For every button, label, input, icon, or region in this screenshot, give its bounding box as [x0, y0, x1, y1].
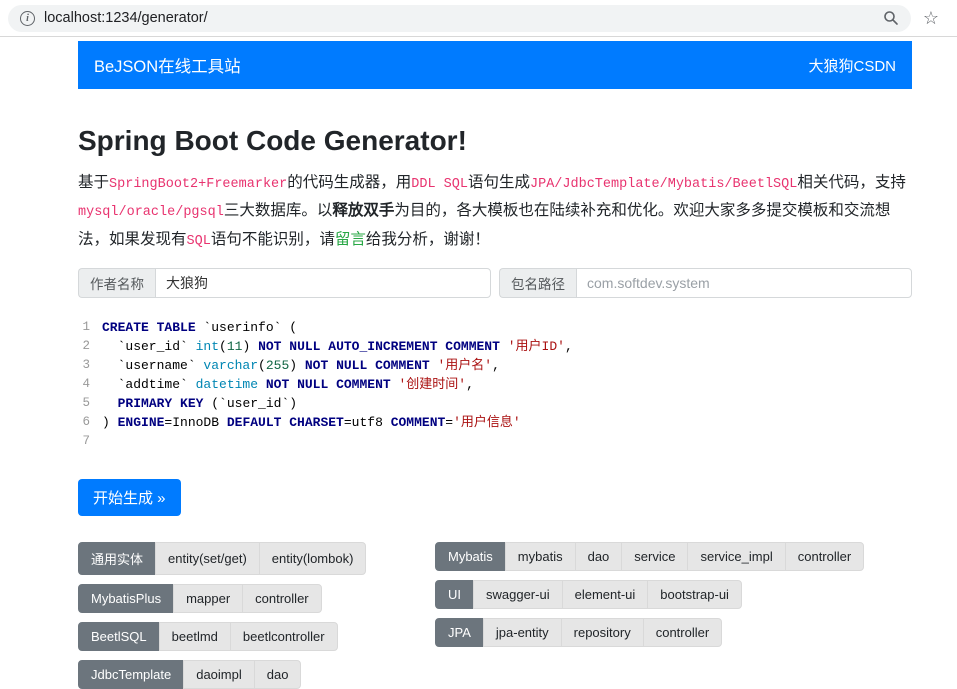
intro-text: 基于 [78, 174, 109, 191]
group-item-button[interactable]: daoimpl [183, 660, 255, 689]
code-line: 2 `user_id` int(11) NOT NULL AUTO_INCREM… [78, 337, 912, 356]
group-item-button[interactable]: bootstrap-ui [647, 580, 742, 609]
template-groups-left-column: 通用实体entity(set/get)entity(lombok) Mybatis… [78, 542, 435, 689]
code-line-content: CREATE TABLE `userinfo` ( [102, 318, 297, 337]
line-number: 3 [78, 356, 102, 375]
code-line: 6) ENGINE=InnoDB DEFAULT CHARSET=utf8 CO… [78, 413, 912, 432]
code-line: 5 PRIMARY KEY (`user_id`) [78, 394, 912, 413]
code-line-content: `addtime` datetime NOT NULL COMMENT '创建时… [102, 375, 474, 394]
group-item-button[interactable]: entity(lombok) [259, 542, 367, 575]
group-item-button[interactable]: element-ui [562, 580, 649, 609]
code-line-content: `user_id` int(11) NOT NULL AUTO_INCREMEN… [102, 337, 573, 356]
group-head-button[interactable]: BeetlSQL [78, 622, 160, 651]
intro-text: 三大数据库。以 [224, 202, 333, 219]
package-input-group: 包名路径 [499, 268, 912, 298]
template-groups: 通用实体entity(set/get)entity(lombok) Mybatis… [78, 542, 912, 689]
template-button-group: UIswagger-uielement-uibootstrap-ui [435, 580, 742, 609]
group-item-button[interactable]: mybatis [505, 542, 576, 571]
group-item-button[interactable]: controller [785, 542, 864, 571]
intro-code: SpringBoot2+Freemarker [109, 177, 287, 192]
group-head-button[interactable]: 通用实体 [78, 542, 156, 575]
code-line: 7 [78, 432, 912, 451]
group-item-button[interactable]: dao [575, 542, 623, 571]
group-item-button[interactable]: entity(set/get) [155, 542, 260, 575]
group-item-button[interactable]: swagger-ui [473, 580, 563, 609]
author-input-group: 作者名称 [78, 268, 491, 298]
page-container: BeJSON在线工具站 大狼狗CSDN Spring Boot Code Gen… [78, 41, 912, 689]
intro-code: mysql/oracle/pgsql [78, 205, 224, 220]
group-item-button[interactable]: repository [561, 618, 644, 647]
search-icon[interactable] [883, 10, 899, 26]
group-head-button[interactable]: JdbcTemplate [78, 660, 184, 689]
template-button-group: 通用实体entity(set/get)entity(lombok) [78, 542, 366, 575]
group-head-button[interactable]: Mybatis [435, 542, 506, 571]
address-bar[interactable]: i localhost:1234/generator/ [8, 5, 911, 32]
group-item-button[interactable]: jpa-entity [483, 618, 562, 647]
bookmark-star-icon[interactable]: ☆ [923, 9, 939, 27]
intro-bold: 释放双手 [332, 202, 394, 219]
package-label: 包名路径 [499, 268, 576, 298]
info-icon[interactable]: i [20, 11, 35, 26]
template-button-group: BeetlSQLbeetlmdbeetlcontroller [78, 622, 338, 651]
group-item-button[interactable]: beetlmd [159, 622, 231, 651]
code-line: 3 `username` varchar(255) NOT NULL COMME… [78, 356, 912, 375]
generate-button[interactable]: 开始生成 » [78, 479, 181, 516]
intro-text: 语句不能识别，请 [211, 231, 335, 248]
sql-editor[interactable]: 1CREATE TABLE `userinfo` (2 `user_id` in… [78, 314, 912, 461]
url-text[interactable]: localhost:1234/generator/ [44, 10, 208, 26]
group-item-button[interactable]: service_impl [687, 542, 785, 571]
page-title: Spring Boot Code Generator! [78, 125, 912, 157]
form-row: 作者名称 包名路径 [78, 268, 912, 298]
intro-code: JPA/JdbcTemplate/Mybatis/BeetlSQL [530, 177, 797, 192]
group-head-button[interactable]: JPA [435, 618, 484, 647]
navbar: BeJSON在线工具站 大狼狗CSDN [78, 41, 912, 89]
intro-code: DDL SQL [411, 177, 468, 192]
code-line-content: ) ENGINE=InnoDB DEFAULT CHARSET=utf8 COM… [102, 413, 521, 432]
intro-code: SQL [187, 234, 211, 249]
code-line-content: `username` varchar(255) NOT NULL COMMENT… [102, 356, 500, 375]
group-item-button[interactable]: dao [254, 660, 302, 689]
browser-chrome: i localhost:1234/generator/ ☆ [0, 0, 957, 37]
line-number: 4 [78, 375, 102, 394]
intro-paragraph: 基于SpringBoot2+Freemarker的代码生成器，用DDL SQL语… [78, 169, 912, 254]
code-line-content: PRIMARY KEY (`user_id`) [102, 394, 297, 413]
group-item-button[interactable]: controller [242, 584, 321, 613]
intro-message-link[interactable]: 留言 [335, 231, 366, 248]
intro-text: 相关代码，支持 [797, 174, 906, 191]
line-number: 5 [78, 394, 102, 413]
code-line: 4 `addtime` datetime NOT NULL COMMENT '创… [78, 375, 912, 394]
line-number: 6 [78, 413, 102, 432]
intro-text: 语句生成 [468, 174, 530, 191]
template-groups-right-column: Mybatismybatisdaoserviceservice_implcont… [435, 542, 912, 689]
navbar-csdn-link[interactable]: 大狼狗CSDN [808, 55, 896, 76]
group-head-button[interactable]: UI [435, 580, 474, 609]
intro-text: 的代码生成器，用 [287, 174, 411, 191]
template-button-group: Mybatismybatisdaoserviceservice_implcont… [435, 542, 864, 571]
intro-text: 给我分析，谢谢！ [366, 231, 490, 248]
template-button-group: MybatisPlusmappercontroller [78, 584, 322, 613]
author-input[interactable] [155, 268, 491, 298]
line-number: 2 [78, 337, 102, 356]
package-input[interactable] [576, 268, 912, 298]
code-line: 1CREATE TABLE `userinfo` ( [78, 318, 912, 337]
line-number: 1 [78, 318, 102, 337]
group-item-button[interactable]: mapper [173, 584, 243, 613]
group-item-button[interactable]: service [621, 542, 688, 571]
template-button-group: JPAjpa-entityrepositorycontroller [435, 618, 722, 647]
template-button-group: JdbcTemplatedaoimpldao [78, 660, 301, 689]
line-number: 7 [78, 432, 102, 451]
group-item-button[interactable]: controller [643, 618, 722, 647]
group-item-button[interactable]: beetlcontroller [230, 622, 338, 651]
navbar-brand-link[interactable]: BeJSON在线工具站 [94, 53, 241, 77]
author-label: 作者名称 [78, 268, 155, 298]
group-head-button[interactable]: MybatisPlus [78, 584, 174, 613]
